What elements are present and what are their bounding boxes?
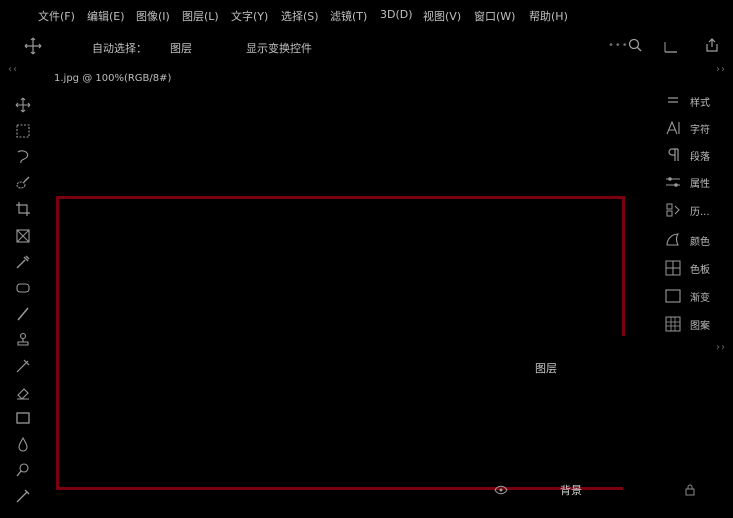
panel-label: 色板 [690,265,710,276]
toolbar-collapse-handle[interactable]: ‹‹ [8,64,18,75]
search-icon[interactable] [628,38,642,52]
auto-select-label: 自动选择： [92,42,147,55]
move-tool-icon[interactable] [24,37,42,55]
layer-row-background[interactable]: 背景 [490,480,733,500]
history-brush-icon[interactable] [12,356,34,376]
color-icon [666,233,680,246]
panel-collapse-handle[interactable]: ›› [716,64,726,75]
layers-tab[interactable]: 图层 [535,360,557,376]
menu-help[interactable]: 帮助(H) [529,8,568,24]
gradients-icon [665,289,681,303]
panel-patterns[interactable]: 图案 [662,314,732,334]
layer-name: 背景 [560,484,582,497]
blur-icon[interactable] [12,434,34,454]
panel-styles[interactable]: 样式 [662,91,732,111]
lasso-icon[interactable] [12,147,34,167]
lock-icon [685,484,695,496]
panel-history[interactable]: 历... [662,200,732,220]
visibility-eye-icon[interactable] [494,484,508,496]
eyedropper-icon[interactable] [12,252,34,272]
healing-brush-icon[interactable] [12,278,34,298]
menu-filter[interactable]: 滤镜(T) [330,8,367,24]
panel-paragraph[interactable]: 段落 [662,145,732,165]
menu-view[interactable]: 视图(V) [423,8,461,24]
auto-select-dropdown[interactable]: 图层 [170,40,192,56]
panel-label: 属性 [690,179,710,190]
styles-icon [668,97,678,103]
share-icon[interactable] [704,37,720,53]
more-icon[interactable]: ••• [608,40,629,51]
clone-stamp-icon[interactable] [12,330,34,350]
menu-image[interactable]: 图像(I) [136,8,170,24]
panel-swatches[interactable]: 色板 [662,258,732,278]
panel-label: 字符 [690,125,710,136]
marquee-icon[interactable] [12,121,34,141]
quick-select-icon[interactable] [12,173,34,193]
panel-properties[interactable]: 属性 [662,172,732,192]
panel-character[interactable]: 字符 [662,118,732,138]
move-icon[interactable] [12,95,34,115]
workspace-icon[interactable] [664,38,678,54]
panel-color[interactable]: 颜色 [662,230,732,250]
pen-icon[interactable] [12,486,34,506]
dodge-icon[interactable] [12,460,34,480]
document-tab[interactable]: 1.jpg @ 100%(RGB/8#) [54,73,171,84]
gradient-icon[interactable] [12,408,34,428]
panel-label: 样式 [690,98,710,109]
panel-label: 颜色 [690,237,710,248]
document-canvas[interactable] [56,196,623,490]
menu-layer[interactable]: 图层(L) [182,8,219,24]
brush-icon[interactable] [12,304,34,324]
menu-edit[interactable]: 编辑(E) [87,8,125,24]
panel-label: 历... [690,207,710,218]
patterns-icon [665,316,681,332]
document-canvas-right-edge [622,196,625,336]
swatches-icon [665,260,681,276]
paragraph-icon [668,148,679,161]
menu-select[interactable]: 选择(S) [281,8,319,24]
menu-type[interactable]: 文字(Y) [231,8,268,24]
panel-label: 段落 [690,152,710,163]
character-icon [666,120,680,135]
eraser-icon[interactable] [12,382,34,402]
menu-file[interactable]: 文件(F) [38,8,75,24]
frame-icon[interactable] [12,226,34,246]
menu-window[interactable]: 窗口(W) [474,8,515,24]
history-icon [666,203,680,217]
menu-bar: 文件(F) 编辑(E) 图像(I) 图层(L) 文字(Y) 选择(S) 滤镜(T… [0,0,733,30]
properties-icon [666,177,680,187]
show-transform-controls-checkbox[interactable]: 显示变换控件 [246,40,312,56]
panel-gradients[interactable]: 渐变 [662,286,732,306]
panel-label: 渐变 [690,293,710,304]
layers-collapse-handle[interactable]: ›› [716,342,726,353]
options-bar: 自动选择： 图层 显示变换控件 ••• [0,32,733,60]
crop-icon[interactable] [12,199,34,219]
panel-label: 图案 [690,321,710,332]
menu-3d[interactable]: 3D(D) [380,8,413,21]
